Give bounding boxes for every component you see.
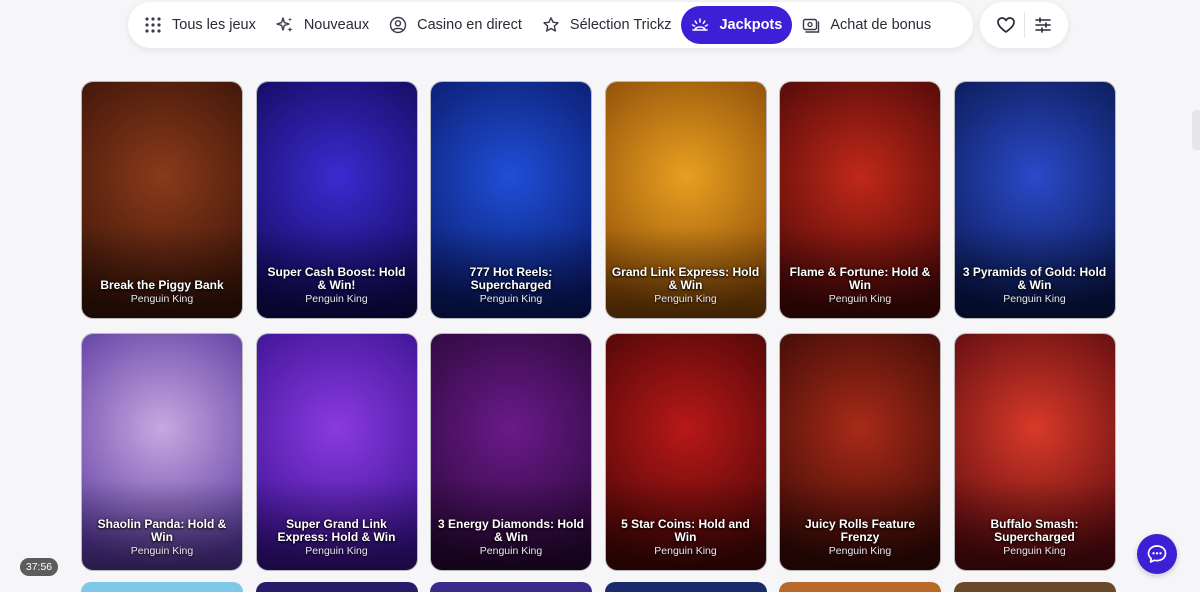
- nav-tous-les-jeux[interactable]: Tous les jeux: [134, 6, 266, 44]
- game-title: 3 Energy Diamonds: Hold & Win: [437, 516, 585, 544]
- game-caption: 3 Pyramids of Gold: Hold & Win Penguin Ki…: [961, 266, 1109, 306]
- side-scroll-tab[interactable]: [1192, 110, 1200, 150]
- game-caption: Flame & Fortune: Hold & Win Penguin King: [786, 266, 934, 306]
- game-caption: Buffalo Smash: Supercharged Penguin King: [961, 516, 1109, 558]
- game-title: 5 Star Coins: Hold and Win: [621, 516, 750, 544]
- game-caption: Super Cash Boost: Hold & Win! Penguin Kin…: [263, 266, 411, 306]
- nav-label: Jackpots: [719, 17, 783, 33]
- game-provider: Penguin King: [828, 293, 892, 305]
- game-card[interactable]: Shaolin Panda: Hold & Win Penguin King: [81, 332, 243, 571]
- game-title: Flame & Fortune: Hold & Win: [789, 265, 931, 292]
- game-provider: Penguin King: [828, 544, 892, 557]
- game-caption: Grand Link Express: Hold & Win Penguin Ki…: [612, 266, 760, 306]
- chat-bubble-icon: [1147, 545, 1167, 563]
- game-caption: Break the Piggy Bank Penguin King: [88, 279, 236, 306]
- game-provider: Penguin King: [479, 544, 543, 557]
- game-caption: Juicy Rolls Feature Frenzy Penguin King: [786, 516, 934, 558]
- nav-jackpots[interactable]: Jackpots: [681, 6, 793, 44]
- bonus-buy-icon: [803, 18, 820, 33]
- game-card[interactable]: Super Cash Boost: Hold & Win! Penguin Kin…: [255, 81, 418, 319]
- nav-label: Nouveaux: [303, 17, 370, 33]
- filters-button[interactable]: [1026, 8, 1060, 42]
- game-provider: Penguin King: [305, 544, 368, 557]
- game-card[interactable]: Flame & Fortune: Hold & Win Penguin King: [779, 81, 941, 319]
- game-title: Shaolin Panda: Hold & Win: [97, 516, 227, 544]
- next-row-card[interactable]: [256, 582, 418, 592]
- top-bar: Tous les jeux Nouveaux Casino en direct …: [0, 0, 1200, 60]
- game-card[interactable]: Break the Piggy Bank Penguin King: [81, 81, 243, 319]
- nav-label: Casino en direct: [417, 17, 522, 33]
- game-caption: Super Grand Link Express: Hold & Win Peng…: [263, 516, 411, 558]
- next-row-card[interactable]: [430, 582, 592, 592]
- game-card[interactable]: 5 Star Coins: Hold and Win Penguin King: [604, 332, 767, 571]
- grid-icon: [145, 17, 161, 33]
- sliders-icon: [1034, 17, 1051, 33]
- game-card[interactable]: 777 Hot Reels: Supercharged Penguin King: [430, 81, 592, 319]
- game-title: Break the Piggy Bank: [100, 278, 224, 292]
- user-circle-icon: [389, 16, 407, 34]
- game-card[interactable]: Super Grand Link Express: Hold & Win Peng…: [255, 332, 418, 571]
- next-row-card[interactable]: [81, 582, 243, 592]
- jackpot-icon: [692, 18, 709, 31]
- chat-button[interactable]: [1137, 534, 1177, 574]
- category-nav: Tous les jeux Nouveaux Casino en direct …: [128, 2, 973, 48]
- session-timer: 37:56: [20, 558, 58, 576]
- game-provider: Penguin King: [130, 544, 194, 557]
- game-title: Juicy Rolls Feature Frenzy: [804, 516, 916, 544]
- game-caption: 777 Hot Reels: Supercharged Penguin King: [437, 266, 585, 306]
- game-title: Super Cash Boost: Hold & Win!: [267, 265, 406, 292]
- game-provider: Penguin King: [1003, 293, 1066, 305]
- game-title: 3 Pyramids of Gold: Hold & Win: [962, 265, 1107, 292]
- game-provider: Penguin King: [479, 293, 543, 305]
- game-caption: Shaolin Panda: Hold & Win Penguin King: [88, 516, 236, 558]
- game-caption: 3 Energy Diamonds: Hold & Win Penguin Kin…: [437, 516, 585, 558]
- game-title: Super Grand Link Express: Hold & Win: [277, 516, 396, 544]
- game-provider: Penguin King: [130, 293, 194, 305]
- next-row-card[interactable]: [605, 582, 767, 592]
- game-provider: Penguin King: [654, 293, 717, 305]
- game-provider: Penguin King: [305, 293, 368, 305]
- nav-casino-en-direct[interactable]: Casino en direct: [379, 6, 532, 44]
- game-title: Buffalo Smash: Supercharged: [990, 516, 1079, 544]
- heart-icon: [996, 17, 1015, 33]
- nav-nouveaux[interactable]: Nouveaux: [266, 6, 379, 44]
- game-title: Grand Link Express: Hold & Win: [611, 265, 760, 292]
- nav-label: Achat de bonus: [830, 17, 932, 33]
- game-provider: Penguin King: [654, 544, 717, 557]
- nav-label: Tous les jeux: [172, 17, 256, 33]
- game-card[interactable]: Buffalo Smash: Supercharged Penguin King: [953, 332, 1116, 571]
- favorites-button[interactable]: [989, 8, 1023, 42]
- game-title: 777 Hot Reels: Supercharged: [469, 265, 553, 292]
- game-caption: 5 Star Coins: Hold and Win Penguin King: [612, 516, 760, 558]
- game-card[interactable]: 3 Pyramids of Gold: Hold & Win Penguin Ki…: [953, 81, 1116, 319]
- next-row-card[interactable]: [779, 582, 941, 592]
- game-card[interactable]: 3 Energy Diamonds: Hold & Win Penguin Kin…: [430, 332, 592, 571]
- nav-selection-trickz[interactable]: Sélection Trickz: [532, 6, 682, 44]
- divider: [1023, 12, 1025, 38]
- star-icon: [543, 17, 559, 32]
- sparkle-icon: [276, 17, 293, 32]
- game-card[interactable]: Juicy Rolls Feature Frenzy Penguin King: [779, 332, 941, 571]
- game-card[interactable]: Grand Link Express: Hold & Win Penguin Ki…: [604, 81, 767, 319]
- nav-achat-de-bonus[interactable]: Achat de bonus: [792, 6, 941, 44]
- next-row-card[interactable]: [954, 582, 1116, 592]
- game-provider: Penguin King: [1003, 544, 1066, 557]
- action-pill: [980, 2, 1068, 48]
- nav-label: Sélection Trickz: [569, 17, 672, 33]
